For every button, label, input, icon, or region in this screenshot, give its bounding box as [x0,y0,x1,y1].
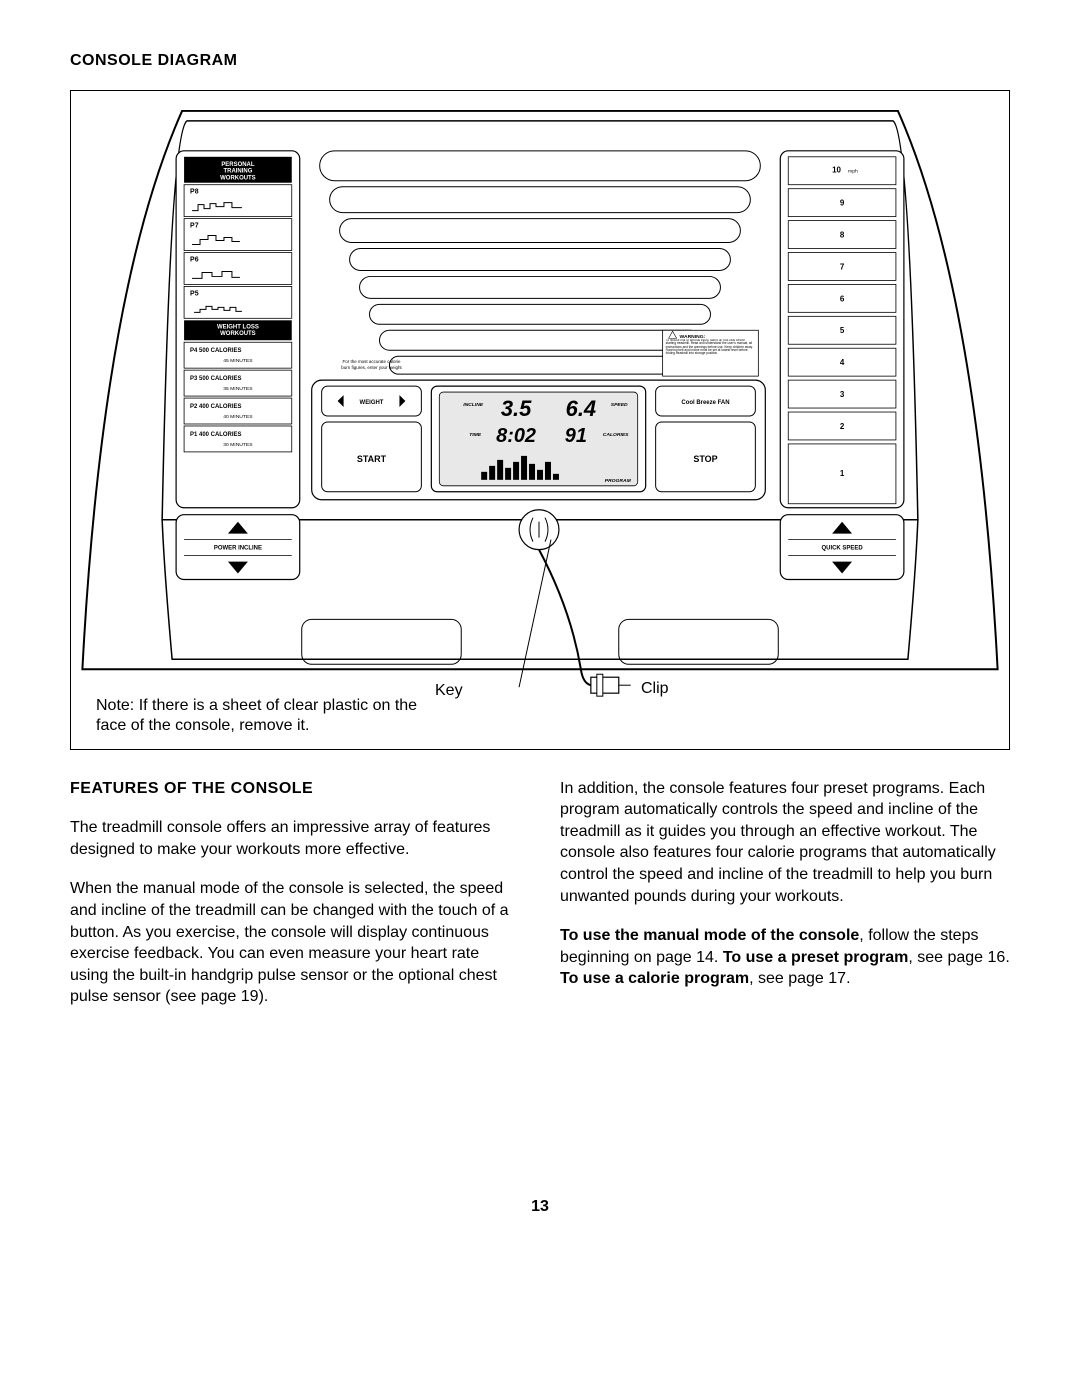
p8-label[interactable]: P8 [190,188,199,195]
display-calories-label: CALORIES [603,432,629,438]
p3-sub: 35 MINUTES [223,386,253,392]
features-heading: FEATURES OF THE CONSOLE [70,778,520,800]
speed-5-button[interactable]: 5 [840,326,845,335]
calorie-tail: , see page 17. [749,970,850,987]
fan-button[interactable]: Cool Breeze FAN [681,400,729,406]
manual-mode-bold: To use the manual mode of the console [560,927,859,944]
plastic-note: Note: If there is a sheet of clear plast… [96,696,426,738]
wl-title-2: WORKOUTS [220,331,255,337]
display-speed-value: 6.4 [566,396,596,421]
p3-line[interactable]: P3 500 CALORIES [190,376,241,382]
weight-note-1: For the most accurate calorie [343,359,401,364]
p2-sub: 40 MINUTES [223,414,253,420]
p2-line[interactable]: P2 400 CALORIES [190,404,241,410]
speed-6-button[interactable]: 6 [840,294,845,303]
p1-line[interactable]: P1 400 CALORIES [190,432,241,438]
speed-8-button[interactable]: 8 [840,230,845,239]
display-speed-label: SPEED [611,402,628,408]
col2-para-1: In addition, the console features four p… [560,778,1010,908]
preset-bold: To use a preset program [723,949,909,966]
page-number: 13 [70,1196,1010,1218]
col1-para-2: When the manual mode of the console is s… [70,878,520,1008]
p5-label[interactable]: P5 [190,290,199,297]
p7-label[interactable]: P7 [190,222,199,229]
diagram-svg: PERSONAL TRAINING WORKOUTS P8 P7 P6 P5 W… [71,91,1009,749]
stop-button[interactable]: STOP [693,453,717,463]
speed-4-button[interactable]: 4 [840,358,845,367]
quick-speed-label: QUICK SPEED [822,545,864,551]
speed-10-unit: mph [848,168,858,174]
wl-title-1: WEIGHT LOSS [217,324,259,330]
clip-icon [591,677,619,693]
col2-para-2: To use the manual mode of the console, f… [560,925,1010,990]
weight-note-2: burn figures, enter your weight [341,365,402,370]
section-heading: CONSOLE DIAGRAM [70,50,1010,72]
column-left: FEATURES OF THE CONSOLE The treadmill co… [70,778,520,1026]
speed-10-button[interactable]: 10 [832,165,841,174]
console-diagram: PERSONAL TRAINING WORKOUTS P8 P7 P6 P5 W… [70,90,1010,750]
clip-label: Clip [641,679,669,700]
body-columns: FEATURES OF THE CONSOLE The treadmill co… [70,778,1010,1026]
speed-2-button[interactable]: 2 [840,422,845,431]
preset-tail: , see page 16. [908,949,1009,966]
start-button[interactable]: START [357,453,387,463]
pt-title: PERSONAL [221,161,255,167]
p4-sub: 45 MINUTES [223,358,253,364]
speed-3-button[interactable]: 3 [840,390,845,399]
speed-7-button[interactable]: 7 [840,262,845,271]
warning-body: To reduce risk of serious injury, stand … [666,339,756,356]
power-incline-label: POWER INCLINE [214,545,262,551]
display-time-value: 8:02 [496,425,536,447]
speed-1-button[interactable]: 1 [840,468,845,477]
display-calories-value: 91 [565,425,587,447]
column-right: In addition, the console features four p… [560,778,1010,1026]
p4-line[interactable]: P4 500 CALORIES [190,348,241,354]
speed-9-button[interactable]: 9 [840,198,845,207]
key-label: Key [435,681,463,702]
weight-button[interactable]: WEIGHT [360,400,384,406]
p6-label[interactable]: P6 [190,256,199,263]
pt-title-2: TRAINING [223,168,252,174]
calorie-bold: To use a calorie program [560,970,749,987]
display-incline-label: INCLINE [463,402,484,408]
display-program-label: PROGRAM [605,477,632,483]
col1-para-1: The treadmill console offers an impressi… [70,817,520,860]
display-incline-value: 3.5 [501,396,532,421]
pt-title-3: WORKOUTS [220,175,255,181]
display-time-label: TIME [469,432,482,438]
p1-sub: 30 MINUTES [223,442,253,448]
